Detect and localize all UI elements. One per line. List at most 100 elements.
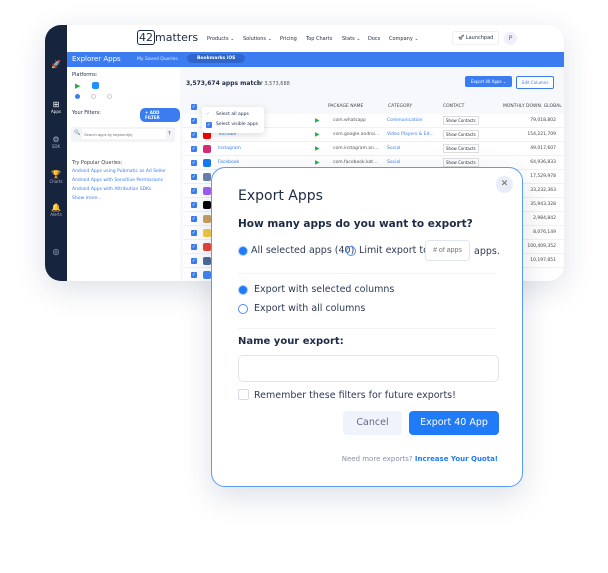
app-name[interactable]: Instagram <box>218 146 241 151</box>
google-play-icon: ▶ <box>315 131 320 138</box>
radio-icon <box>346 245 356 256</box>
nav-stats[interactable]: Stats ⌄ <box>342 36 361 42</box>
google-play-icon[interactable]: ▶ <box>75 82 80 90</box>
monthly-downloads: 10,197,851 <box>530 258 556 263</box>
row-checkbox[interactable]: ✓ <box>191 244 197 250</box>
search-icon: 🔍 <box>74 130 81 136</box>
category[interactable]: Video Players & Ed... <box>387 132 434 137</box>
app-store-icon[interactable] <box>92 82 99 89</box>
select-all-checkbox[interactable]: ✓ <box>191 104 197 110</box>
sidebar-item-alerts[interactable]: 🔔 Alerts <box>45 203 67 217</box>
nav-solutions[interactable]: Solutions ⌄ <box>243 36 272 42</box>
show-contacts-button[interactable]: Show Contacts <box>443 130 479 139</box>
export-apps-button[interactable]: Export 40 Apps ⌄ <box>465 76 513 87</box>
add-filter-button[interactable]: + ADD FILTER <box>140 108 180 122</box>
limit-input[interactable] <box>425 240 470 261</box>
nav-top-charts[interactable]: Top Charts <box>306 36 332 42</box>
show-more-link[interactable]: Show more... <box>72 196 102 201</box>
filter-panel: Platforms: ▶ Your Filters: + ADD FILTER … <box>67 67 180 281</box>
col-contact[interactable]: CONTACT <box>443 104 464 109</box>
package-name: com.instagram.an... <box>333 146 379 151</box>
row-checkbox[interactable]: ✓ <box>191 146 197 152</box>
row-checkbox[interactable]: ✓ <box>191 230 197 236</box>
row-checkbox[interactable]: ✓ <box>191 118 197 124</box>
platform-radio-roku[interactable] <box>107 94 112 99</box>
sidebar-item-charts[interactable]: 🏆 Charts <box>45 170 67 184</box>
platform-radio-ios[interactable] <box>91 94 96 99</box>
monthly-downloads: 100,409,352 <box>527 244 556 249</box>
launchpad-button[interactable]: 🚀 Launchpad <box>452 31 500 45</box>
select-all-option[interactable]: Select all apps <box>216 112 249 117</box>
remember-checkbox[interactable] <box>238 389 249 400</box>
row-checkbox[interactable]: ✓ <box>191 174 197 180</box>
increase-quota-link[interactable]: Increase Your Quota! <box>415 455 498 463</box>
row-checkbox[interactable]: ✓ <box>191 258 197 264</box>
trophy-icon: 🏆 <box>51 170 61 179</box>
monthly-downloads: 49,017,607 <box>530 146 556 151</box>
sdk-icon: ⚙ <box>52 135 60 144</box>
avatar[interactable]: P <box>504 32 517 45</box>
rocket-icon[interactable]: 🚀 <box>45 60 67 69</box>
app-icon <box>203 173 211 181</box>
app-name[interactable]: Facebook <box>218 160 239 165</box>
package-name: com.facebook.kat... <box>333 160 378 165</box>
radio-all-columns[interactable]: Export with all columns <box>238 303 365 314</box>
radio-icon <box>238 303 248 314</box>
table-row[interactable]: ✓ Instagram ▶ com.instagram.an... Social… <box>183 142 564 156</box>
filters-label: Your Filters: <box>72 110 101 116</box>
bell-icon: 🔔 <box>51 203 61 212</box>
close-icon[interactable]: ✕ <box>496 176 513 193</box>
platform-radio-android[interactable] <box>75 94 80 99</box>
nav-pricing[interactable]: Pricing <box>280 36 297 42</box>
radio-limit[interactable]: Limit export to <box>346 245 429 256</box>
category[interactable]: Social <box>387 160 400 165</box>
radio-selected-columns[interactable]: Export with selected columns <box>238 284 394 295</box>
export-name-input[interactable] <box>238 355 499 382</box>
row-checkbox[interactable]: ✓ <box>191 160 197 166</box>
nav-docs[interactable]: Docs <box>368 36 380 42</box>
radio-icon <box>238 245 248 256</box>
app-icon <box>203 243 211 251</box>
help-icon[interactable]: ? <box>168 131 171 137</box>
search-input[interactable] <box>82 129 166 139</box>
sidebar-item-apps[interactable]: ⊞ Apps <box>45 100 67 114</box>
app-icon <box>203 229 211 237</box>
col-downloads[interactable]: MONTHLY DOWN. GLOBAL <box>503 104 562 109</box>
query-link[interactable]: Android Apps with Attribution SDKs <box>72 187 151 192</box>
export-apps-dialog: Export Apps ✕ How many apps do you want … <box>211 167 523 487</box>
row-checkbox[interactable]: ✓ <box>191 202 197 208</box>
category[interactable]: Social <box>387 146 400 151</box>
edit-columns-button[interactable]: Edit Columns <box>516 76 555 89</box>
bookmark-chip[interactable]: Bookmarks iOS <box>187 54 246 63</box>
show-contacts-button[interactable]: Show Contacts <box>443 158 479 167</box>
saved-queries-link[interactable]: My Saved Queries <box>137 57 178 62</box>
google-play-icon: ▶ <box>315 145 320 152</box>
nav-products[interactable]: Products ⌄ <box>207 36 234 42</box>
app-icon <box>203 145 211 153</box>
monthly-downloads: 79,018,802 <box>530 118 556 123</box>
popular-label: Try Popular Queries: <box>72 160 123 166</box>
sidebar-item-sdk[interactable]: ⚙ SDK <box>45 135 67 149</box>
export-button[interactable]: Export 40 App <box>409 411 499 435</box>
nav-company[interactable]: Company ⌄ <box>389 36 419 42</box>
query-link[interactable]: Android Apps using Pubmatic as Ad Seller <box>72 169 166 174</box>
col-category[interactable]: CATEGORY <box>388 104 412 109</box>
cancel-button[interactable]: Cancel <box>343 411 402 435</box>
row-checkbox[interactable]: ✓ <box>191 132 197 138</box>
select-visible-option[interactable]: Select visible apps <box>216 122 258 127</box>
row-checkbox[interactable]: ✓ <box>191 272 197 278</box>
query-link[interactable]: Android Apps with Sensitive Permissions <box>72 178 163 183</box>
show-contacts-button[interactable]: Show Contacts <box>443 116 479 125</box>
row-checkbox[interactable]: ✓ <box>191 216 197 222</box>
category[interactable]: Communication <box>387 118 422 123</box>
radio-all-selected[interactable]: All selected apps (40) <box>238 245 354 256</box>
match-count: 3,573,674 apps match <box>186 80 262 87</box>
dialog-title: Export Apps <box>238 188 323 204</box>
show-contacts-button[interactable]: Show Contacts <box>443 144 479 153</box>
package-name: com.google.androi... <box>333 132 380 137</box>
eye-icon[interactable]: ◎ <box>45 247 67 256</box>
checkbox[interactable]: ✓ <box>206 122 212 128</box>
col-package[interactable]: PACKAGE NAME <box>328 104 363 109</box>
logo[interactable]: 42 matters <box>137 30 198 45</box>
row-checkbox[interactable]: ✓ <box>191 188 197 194</box>
